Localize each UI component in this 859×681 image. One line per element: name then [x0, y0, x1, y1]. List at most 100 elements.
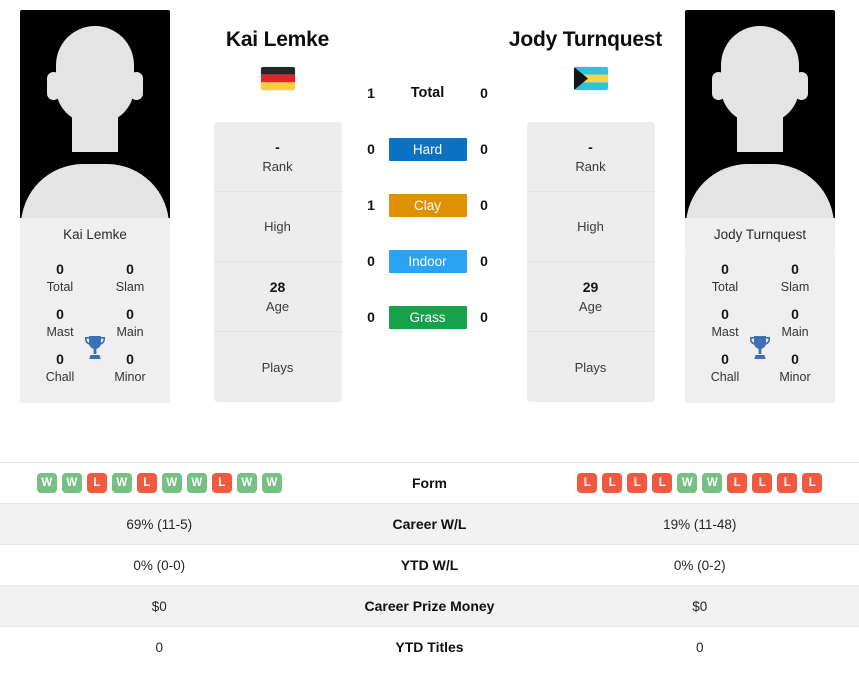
- career-prize-right-value: $0: [692, 598, 708, 614]
- titles-row-total-slam: 0 Total 0 Slam: [685, 254, 835, 299]
- career-wl-left-value: 69% (11-5): [126, 516, 193, 532]
- form-badge-loss: L: [136, 473, 157, 493]
- trophy-icon: [747, 334, 773, 362]
- ytd-wl-right-value: 0% (0-2): [673, 557, 726, 573]
- form-badge-loss: L: [652, 473, 673, 493]
- h2h-right-indoor: 0: [480, 253, 488, 269]
- form-badge-loss: L: [727, 473, 748, 493]
- titles-mast-cell: 0 Mast: [34, 304, 86, 341]
- info-high-label: High: [264, 219, 291, 234]
- titles-chall-value: 0: [56, 351, 64, 367]
- h2h-left-grass: 0: [367, 309, 375, 325]
- right-player-info-column: Jody Turnquest - Rank High 29 Age Plays: [509, 10, 668, 402]
- left-player-photo-card[interactable]: Kai Lemke: [20, 10, 170, 250]
- h2h-row-total: 1 Total 0: [360, 65, 495, 121]
- ytd-wl-row-label: YTD W/L: [400, 557, 459, 573]
- h2h-row-indoor: 0 Indoor 0: [360, 233, 495, 289]
- titles-total-label: Total: [46, 280, 74, 294]
- titles-mast-cell: 0 Mast: [699, 304, 751, 341]
- titles-chall-label: Chall: [710, 370, 740, 384]
- info-plays-label: Plays: [574, 359, 607, 375]
- form-badge-loss: L: [802, 473, 823, 493]
- h2h-row-grass: 0 Grass 0: [360, 289, 495, 345]
- titles-chall-cell: 0 Chall: [699, 349, 751, 386]
- form-badge-loss: L: [86, 473, 107, 493]
- left-player-info-column: Kai Lemke - Rank High 28 Age Plays: [200, 10, 355, 402]
- info-age-value: 29: [582, 278, 599, 295]
- avatar-body-shape: [21, 164, 169, 218]
- right-player-name: Jody Turnquest: [508, 28, 663, 51]
- surface-badge-indoor[interactable]: Indoor: [388, 249, 467, 273]
- form-badge-loss: L: [627, 473, 648, 493]
- h2h-total-label: Total: [410, 85, 445, 101]
- comparison-stats-table: WWLWLWWLWW Form LLLLWWLLLL 69% (11-5) Ca…: [0, 462, 859, 667]
- ytd-wl-left-value: 0% (0-0): [133, 557, 186, 573]
- titles-minor-value: 0: [791, 351, 799, 367]
- h2h-right-total: 0: [480, 85, 488, 101]
- bahamas-flag-icon: [573, 67, 608, 90]
- titles-slam-label: Slam: [115, 280, 145, 294]
- form-badge-win: W: [111, 473, 132, 493]
- left-player-name: Kai Lemke: [225, 28, 330, 51]
- table-row-ytd-wl: 0% (0-0) YTD W/L 0% (0-2): [0, 544, 859, 585]
- right-player-photo-caption: Jody Turnquest: [685, 218, 835, 250]
- ytd-titles-right-value: 0: [695, 639, 704, 655]
- form-left-cell: WWLWLWWLWW: [0, 473, 319, 493]
- titles-mast-label: Mast: [711, 325, 739, 339]
- info-rank-label: Rank: [575, 158, 606, 174]
- form-right-cell: LLLLWWLLLL: [541, 473, 859, 493]
- info-rank-value: -: [588, 138, 593, 155]
- surface-badge-hard[interactable]: Hard: [388, 137, 467, 161]
- h2h-left-indoor: 0: [367, 253, 375, 269]
- form-badge-loss: L: [777, 473, 798, 493]
- titles-main-label: Main: [781, 325, 809, 339]
- info-age-label: Age: [578, 298, 603, 314]
- titles-chall-label: Chall: [45, 370, 75, 384]
- right-player-form-list: LLLLWWLLLL: [577, 473, 823, 493]
- ytd-titles-left-value: 0: [155, 639, 163, 655]
- titles-mast-value: 0: [56, 306, 64, 322]
- titles-chall-value: 0: [721, 351, 729, 367]
- left-player-photo: [20, 10, 170, 218]
- titles-minor-cell: 0 Minor: [104, 349, 156, 386]
- titles-slam-value: 0: [126, 261, 134, 277]
- h2h-right-grass: 0: [480, 309, 488, 325]
- left-player-photo-caption: Kai Lemke: [20, 218, 170, 250]
- form-badge-loss: L: [602, 473, 623, 493]
- right-player-titles-card: 0 Total 0 Slam 0 Mast 0 Main 0 Chall 0 M…: [685, 250, 835, 403]
- right-player-info-card: - Rank High 29 Age Plays: [526, 122, 655, 402]
- form-badge-win: W: [36, 473, 57, 493]
- head-to-head-surface-column: 1 Total 0 0 Hard 0 1 Clay 0 0 Indoor 0 0…: [360, 65, 495, 345]
- info-plays-label: Plays: [261, 359, 294, 375]
- table-row-career-prize: $0 Career Prize Money $0: [0, 585, 859, 626]
- titles-total-cell: 0 Total: [34, 259, 86, 296]
- surface-badge-clay[interactable]: Clay: [388, 193, 467, 217]
- avatar-ear-right-shape: [130, 72, 143, 100]
- info-rank-segment: - Rank: [213, 122, 342, 192]
- surface-badge-grass[interactable]: Grass: [388, 305, 467, 329]
- form-badge-win: W: [61, 473, 82, 493]
- titles-main-value: 0: [791, 306, 799, 322]
- info-rank-value: -: [275, 138, 280, 155]
- info-high-segment: High: [526, 192, 655, 262]
- avatar-ear-left-shape: [47, 72, 60, 100]
- titles-mast-value: 0: [721, 306, 729, 322]
- career-wl-row-label: Career W/L: [392, 516, 467, 532]
- info-age-segment: 29 Age: [526, 262, 655, 332]
- h2h-left-hard: 0: [367, 141, 375, 157]
- career-wl-right-value: 19% (11-48): [663, 516, 737, 532]
- form-badge-loss: L: [211, 473, 232, 493]
- right-player-photo-column: Jody Turnquest 0 Total 0 Slam 0 Mast 0 M…: [675, 10, 845, 403]
- form-badge-win: W: [261, 473, 282, 493]
- avatar-ear-right-shape: [795, 72, 808, 100]
- left-player-photo-column: Kai Lemke 0 Total 0 Slam 0 Mast 0 Main 0…: [10, 10, 180, 403]
- titles-total-value: 0: [721, 261, 729, 277]
- h2h-row-hard: 0 Hard 0: [360, 121, 495, 177]
- form-badge-win: W: [161, 473, 182, 493]
- right-player-photo-card[interactable]: Jody Turnquest: [685, 10, 835, 250]
- h2h-right-hard: 0: [480, 141, 488, 157]
- trophy-icon: [82, 334, 108, 362]
- player-comparison-header: Kai Lemke 0 Total 0 Slam 0 Mast 0 Main 0…: [0, 0, 859, 462]
- left-player-form-list: WWLWLWWLWW: [36, 473, 282, 493]
- titles-chall-cell: 0 Chall: [34, 349, 86, 386]
